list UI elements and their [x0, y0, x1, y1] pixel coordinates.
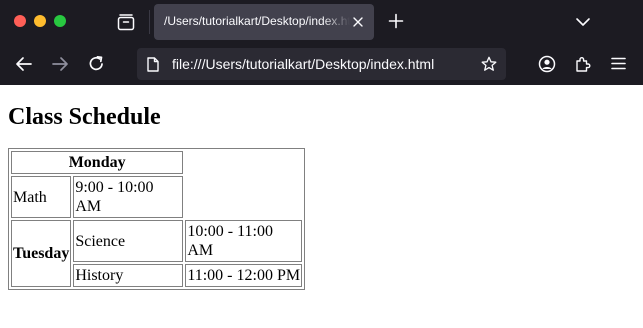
page-icon — [147, 57, 159, 72]
tab-bar: /Users/tutorialkart/Desktop/index.html — [0, 0, 643, 44]
back-arrow-icon[interactable] — [15, 56, 33, 72]
table-row: Monday — [11, 151, 302, 174]
table-header-tuesday: Tuesday — [11, 220, 72, 287]
table-row: Math 9:00 - 10:00 AM — [11, 176, 302, 218]
table-cell-subject: Science — [73, 220, 184, 262]
table-cell-subject: History — [73, 264, 184, 287]
table-cell-time: 10:00 - 11:00 AM — [185, 220, 303, 262]
firefox-view-icon[interactable] — [116, 12, 136, 32]
nav-bar: file:///Users/tutorialkart/Desktop/index… — [0, 44, 643, 85]
table-header-monday: Monday — [11, 151, 184, 174]
table-row: Tuesday Science 10:00 - 11:00 AM — [11, 220, 303, 287]
page-content: Class Schedule Monday Math 9:00 - 10:00 … — [0, 105, 643, 290]
plus-icon[interactable] — [388, 13, 404, 29]
schedule-table: Monday Math 9:00 - 10:00 AM Tuesday Scie… — [8, 148, 306, 290]
star-icon[interactable] — [481, 56, 497, 72]
hamburger-menu-icon[interactable] — [611, 57, 626, 70]
account-icon[interactable] — [538, 55, 556, 73]
browser-chrome: /Users/tutorialkart/Desktop/index.html f… — [0, 0, 643, 85]
forward-arrow-icon[interactable] — [51, 56, 69, 72]
tab-separator — [149, 10, 150, 34]
zoom-window-button[interactable] — [54, 15, 66, 27]
url-bar[interactable]: file:///Users/tutorialkart/Desktop/index… — [137, 48, 506, 80]
tab-title: /Users/tutorialkart/Desktop/index.html — [164, 14, 350, 28]
extensions-icon[interactable] — [574, 55, 592, 73]
close-window-button[interactable] — [14, 15, 26, 27]
minimize-window-button[interactable] — [34, 15, 46, 27]
table-cell-time: 9:00 - 10:00 AM — [73, 176, 184, 218]
table-cell-time: 11:00 - 12:00 PM — [185, 264, 303, 287]
page-title: Class Schedule — [8, 104, 161, 130]
table-cell-subject: Math — [11, 176, 72, 218]
close-icon[interactable] — [352, 16, 364, 28]
window-controls — [14, 15, 66, 27]
url-text[interactable]: file:///Users/tutorialkart/Desktop/index… — [172, 56, 434, 72]
reload-icon[interactable] — [88, 55, 105, 72]
tab-active[interactable]: /Users/tutorialkart/Desktop/index.html — [154, 4, 374, 40]
chevron-down-icon[interactable] — [575, 15, 591, 29]
